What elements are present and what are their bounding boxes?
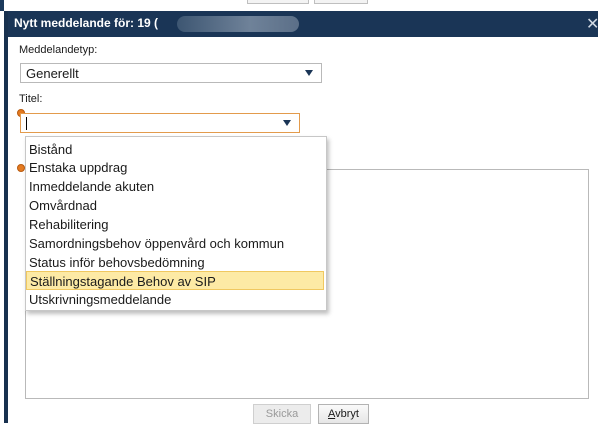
dropdown-option-highlighted[interactable]: Ställningstagande Behov av SIP [26, 271, 324, 290]
background-button [314, 0, 368, 4]
title-label: Titel: [19, 93, 43, 105]
dropdown-option[interactable]: Rehabilitering [26, 215, 324, 234]
new-message-dialog: Nytt meddelande för: 19 ( ✕ Meddelandety… [4, 11, 598, 424]
dropdown-option[interactable]: Utskrivningsmeddelande [26, 290, 324, 309]
title-select[interactable] [20, 113, 300, 133]
chevron-down-icon [283, 120, 291, 126]
message-type-select[interactable]: Generellt [20, 63, 322, 83]
dropdown-option[interactable]: Inmeddelande akuten [26, 177, 324, 196]
chevron-down-icon [305, 70, 313, 76]
background-button [247, 0, 309, 4]
dropdown-option[interactable]: Samordningsbehov öppenvård och kommun [26, 234, 324, 253]
dropdown-option[interactable]: Omvårdnad [26, 196, 324, 215]
dropdown-option[interactable]: Status inför behovsbedömning [26, 253, 324, 272]
message-type-label: Meddelandetyp: [19, 44, 98, 56]
dialog-titlebar: Nytt meddelande för: 19 ( ✕ [8, 11, 598, 37]
title-dropdown-list: Bistånd Enstaka uppdrag Inmeddelande aku… [25, 136, 327, 311]
message-type-value: Generellt [26, 66, 79, 81]
dropdown-option[interactable]: Bistånd [26, 140, 324, 159]
close-icon[interactable]: ✕ [586, 14, 598, 34]
send-button[interactable]: Skicka [253, 404, 311, 424]
background-page [0, 0, 598, 11]
dialog-title: Nytt meddelande för: 19 ( [14, 16, 159, 30]
background-left-border [0, 0, 4, 11]
cancel-label: vbryt [335, 408, 359, 420]
cancel-button[interactable]: Avbryt [318, 404, 369, 424]
required-icon [17, 164, 25, 172]
text-cursor [26, 117, 27, 130]
redacted-personal-number [177, 16, 299, 32]
dropdown-option[interactable]: Enstaka uppdrag [26, 158, 324, 177]
